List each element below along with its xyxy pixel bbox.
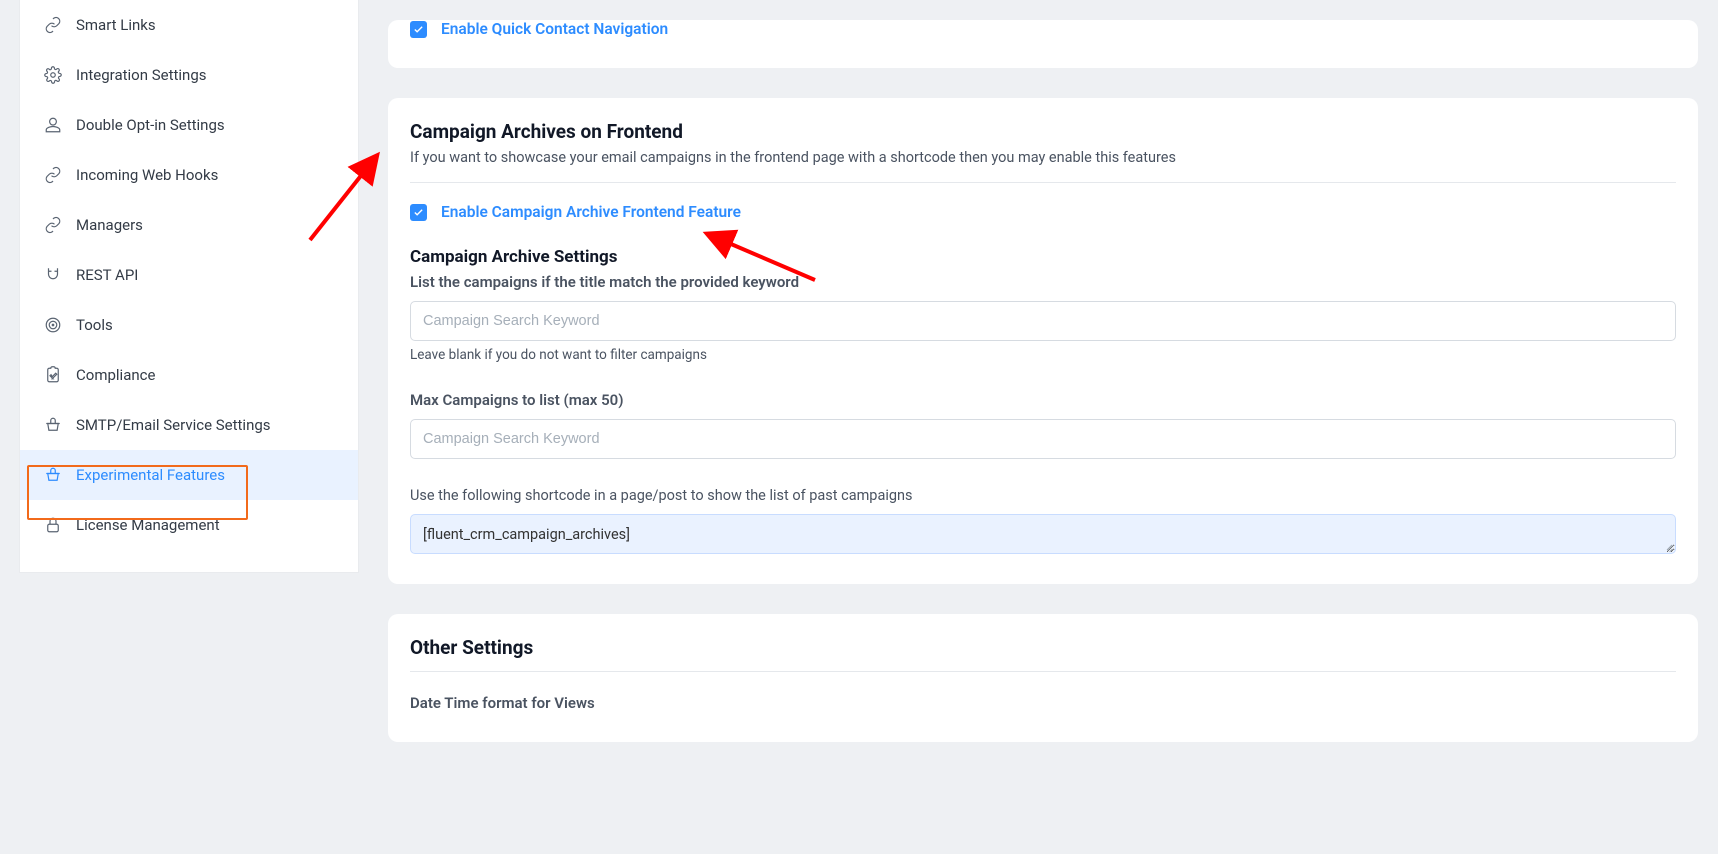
sidebar-item-label: License Management (76, 516, 220, 534)
max-input[interactable] (410, 419, 1676, 459)
sidebar-item-experimental[interactable]: Experimental Features (20, 450, 358, 500)
keyword-help: Leave blank if you do not want to filter… (410, 347, 1676, 363)
link-icon (44, 16, 62, 34)
sidebar-item-label: REST API (76, 266, 138, 284)
sidebar-item-label: Smart Links (76, 16, 156, 34)
quick-contact-card: Enable Quick Contact Navigation (388, 20, 1698, 68)
link-icon (44, 216, 62, 234)
campaign-archive-card: Campaign Archives on Frontend If you wan… (388, 98, 1698, 584)
sidebar-item-label: Integration Settings (76, 66, 206, 84)
clipboard-check-icon (44, 366, 62, 384)
basket-icon (44, 466, 62, 484)
datetime-label: Date Time format for Views (410, 694, 1676, 712)
shortcode-label: Use the following shortcode in a page/po… (410, 487, 1676, 504)
user-icon (44, 116, 62, 134)
archive-desc: If you want to showcase your email campa… (410, 149, 1676, 183)
max-label: Max Campaigns to list (max 50) (410, 391, 1676, 409)
main-content: Enable Quick Contact Navigation Campaign… (388, 0, 1698, 854)
sidebar-item-label: Double Opt-in Settings (76, 116, 225, 134)
other-settings-card: Other Settings Date Time format for View… (388, 614, 1698, 742)
other-title: Other Settings (410, 636, 1676, 672)
sidebar-item-label: Experimental Features (76, 466, 225, 484)
sidebar-item-rest-api[interactable]: REST API (20, 250, 358, 300)
target-icon (44, 316, 62, 334)
link-icon (44, 166, 62, 184)
keyword-label: List the campaigns if the title match th… (410, 273, 1676, 291)
sidebar-item-license[interactable]: License Management (20, 500, 358, 550)
sidebar-item-label: Managers (76, 216, 143, 234)
resize-handle-icon[interactable] (1663, 541, 1673, 551)
lock-icon (44, 516, 62, 534)
shortcode-value: [fluent_crm_campaign_archives] (423, 526, 630, 543)
sidebar-item-smtp[interactable]: SMTP/Email Service Settings (20, 400, 358, 450)
checkbox-checked-icon[interactable] (410, 21, 427, 38)
magnet-icon (44, 266, 62, 284)
archive-title: Campaign Archives on Frontend (410, 120, 1676, 143)
sidebar-item-integration-settings[interactable]: Integration Settings (20, 50, 358, 100)
enable-archive-label: Enable Campaign Archive Frontend Feature (441, 203, 741, 221)
sidebar-item-label: Compliance (76, 366, 155, 384)
gear-icon (44, 66, 62, 84)
basket-icon (44, 416, 62, 434)
sidebar-item-webhooks[interactable]: Incoming Web Hooks (20, 150, 358, 200)
sidebar-item-label: Incoming Web Hooks (76, 166, 218, 184)
quick-contact-label: Enable Quick Contact Navigation (441, 20, 668, 38)
sidebar-item-tools[interactable]: Tools (20, 300, 358, 350)
checkbox-checked-icon[interactable] (410, 204, 427, 221)
keyword-input[interactable] (410, 301, 1676, 341)
settings-sidebar: Smart Links Integration Settings Double … (20, 0, 358, 572)
sidebar-item-smart-links[interactable]: Smart Links (20, 0, 358, 50)
sidebar-item-label: SMTP/Email Service Settings (76, 416, 271, 434)
sidebar-item-double-optin[interactable]: Double Opt-in Settings (20, 100, 358, 150)
sidebar-item-managers[interactable]: Managers (20, 200, 358, 250)
enable-archive-checkbox-row[interactable]: Enable Campaign Archive Frontend Feature (410, 203, 1676, 221)
archive-settings-title: Campaign Archive Settings (410, 247, 1676, 267)
sidebar-item-compliance[interactable]: Compliance (20, 350, 358, 400)
quick-contact-checkbox-row[interactable]: Enable Quick Contact Navigation (410, 20, 1676, 38)
shortcode-textarea[interactable]: [fluent_crm_campaign_archives] (410, 514, 1676, 554)
sidebar-item-label: Tools (76, 316, 113, 334)
